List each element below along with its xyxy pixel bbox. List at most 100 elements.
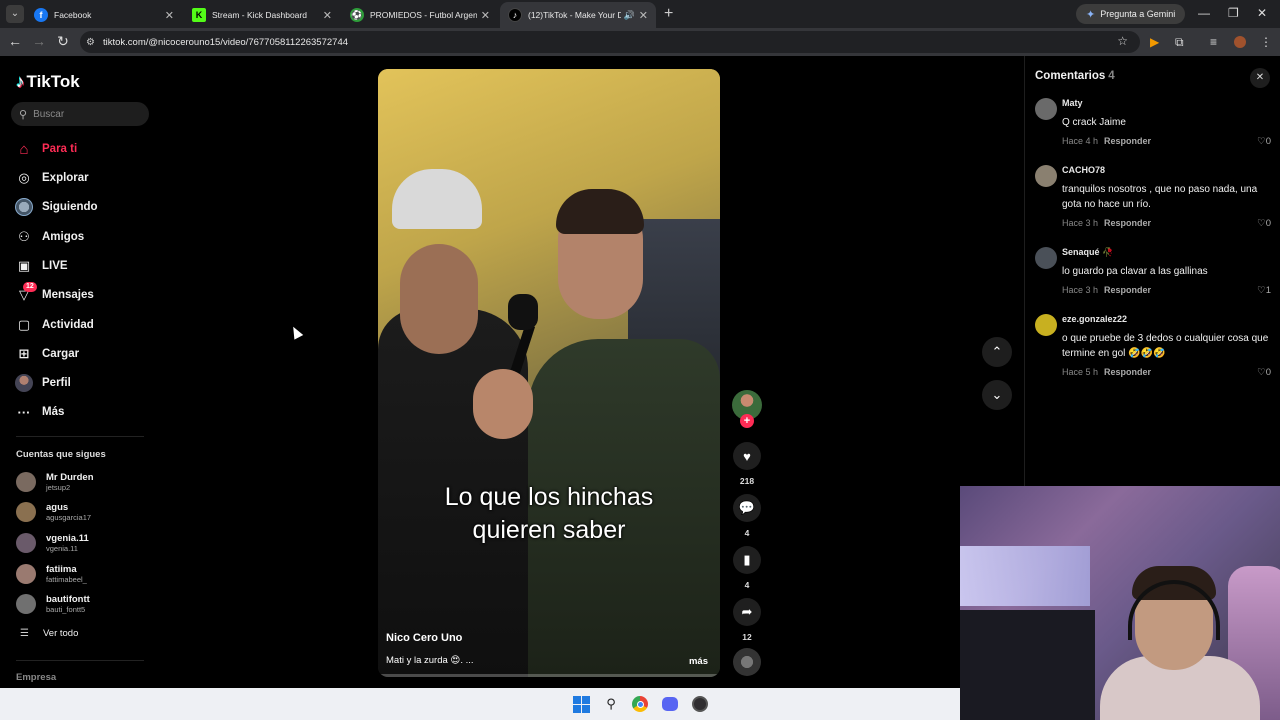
- nav-messages[interactable]: ▽ 12 Mensajes: [15, 282, 94, 306]
- search-icon[interactable]: ⚲: [601, 694, 621, 714]
- comment-icon: 💬: [738, 500, 756, 515]
- nav-profile[interactable]: Perfil: [15, 372, 71, 394]
- extensions-puzzle-icon[interactable]: ⧉: [1175, 35, 1184, 50]
- discord-icon[interactable]: [660, 694, 680, 714]
- music-disc-icon[interactable]: [733, 648, 761, 676]
- comment-username[interactable]: Maty: [1062, 98, 1083, 108]
- comment-like[interactable]: ♡0: [1257, 367, 1271, 378]
- comment-meta: Hace 4 h Responder: [1062, 136, 1151, 146]
- heart-outline-icon: ♡: [1257, 218, 1266, 229]
- comments-panel: Comentarios 4 ✕ Maty Q crack Jaime Hace 4…: [1024, 56, 1280, 486]
- forward-icon[interactable]: →: [30, 33, 48, 49]
- comment-username[interactable]: eze.gonzalez22: [1062, 314, 1127, 324]
- media-control-icon[interactable]: ≡: [1210, 35, 1217, 49]
- close-window-icon[interactable]: ✕: [1257, 6, 1267, 20]
- comment-username[interactable]: Senaqué 🥀: [1062, 247, 1113, 258]
- tab-search-button[interactable]: ⌄: [6, 5, 24, 23]
- reload-icon[interactable]: ↻: [54, 33, 72, 50]
- chrome-icon[interactable]: [630, 694, 650, 714]
- speaker-icon[interactable]: 🔊: [624, 10, 635, 21]
- reply-button[interactable]: Responder: [1104, 367, 1151, 377]
- avatar[interactable]: [1035, 165, 1057, 187]
- follow-plus-icon[interactable]: +: [740, 414, 754, 428]
- divider: [16, 436, 144, 437]
- tab-close-icon[interactable]: ✕: [323, 9, 332, 22]
- search-input[interactable]: [33, 108, 134, 120]
- avatar[interactable]: [1035, 314, 1057, 336]
- back-icon[interactable]: ←: [6, 33, 24, 49]
- tiktok-logo[interactable]: ♪ TikTok: [16, 72, 80, 92]
- comment-like[interactable]: ♡1: [1257, 285, 1271, 296]
- comment-like-count: 1: [1265, 285, 1271, 296]
- nav-label: Cargar: [42, 348, 80, 360]
- comments-count: 4: [1108, 70, 1115, 82]
- comment-like[interactable]: ♡0: [1257, 218, 1271, 229]
- more-button[interactable]: más: [689, 656, 708, 667]
- account-username: bauti_fontt5: [46, 605, 86, 614]
- bookmark-star-icon[interactable]: ☆: [1117, 34, 1128, 48]
- like-count: 218: [739, 476, 755, 486]
- nav-explore[interactable]: ◎ Explorar: [15, 167, 88, 189]
- search-box[interactable]: ⚲: [11, 102, 149, 126]
- tab-close-icon[interactable]: ✕: [639, 9, 648, 22]
- nav-for-you[interactable]: ⌂ Para ti: [15, 138, 77, 160]
- tab-kick[interactable]: K Stream - Kick Dashboard ✕: [184, 2, 340, 28]
- comment-username[interactable]: CACHO78: [1062, 165, 1105, 175]
- site-info-icon[interactable]: ⚙: [86, 37, 95, 48]
- avatar[interactable]: [1035, 98, 1057, 120]
- tab-promiedos[interactable]: ⚽ PROMIEDOS - Futbol Argentino ✕: [342, 2, 498, 28]
- tab-close-icon[interactable]: ✕: [165, 9, 174, 22]
- comment-time: Hace 3 h: [1062, 218, 1099, 228]
- followed-account[interactable]: vgenia.11 vgenia.11: [16, 530, 89, 556]
- chevron-up-icon: ⌃: [991, 344, 1003, 359]
- video-progress-bar[interactable]: [378, 674, 720, 677]
- windows-start-icon[interactable]: [571, 694, 591, 714]
- video-author[interactable]: Nico Cero Uno: [386, 632, 462, 644]
- video-hand: [473, 369, 533, 439]
- like-button[interactable]: ♥: [733, 442, 761, 470]
- nav-following[interactable]: Siguiendo: [15, 196, 98, 218]
- share-button[interactable]: ➦: [733, 598, 761, 626]
- restore-icon[interactable]: ❐: [1228, 6, 1239, 20]
- kebab-menu-icon[interactable]: ⋮: [1260, 35, 1272, 49]
- nav-more[interactable]: ··· Más: [15, 401, 65, 423]
- close-icon[interactable]: ✕: [1250, 68, 1270, 88]
- followed-account[interactable]: bautifontt bauti_fontt5: [16, 591, 90, 617]
- comment-item: Maty Q crack Jaime Hace 4 h Responder ♡0: [1035, 98, 1271, 154]
- save-button[interactable]: ▮: [733, 546, 761, 574]
- next-video-button[interactable]: ⌄: [982, 380, 1012, 410]
- gemini-button[interactable]: ✦ Pregunta a Gemini: [1076, 4, 1186, 24]
- tab-tiktok[interactable]: ♪ (12)TikTok - Make Your Day 🔊 ✕: [500, 2, 656, 28]
- followed-account[interactable]: Mr Durden jetsup2: [16, 469, 94, 495]
- reply-button[interactable]: Responder: [1104, 136, 1151, 146]
- minimize-icon[interactable]: —: [1198, 6, 1210, 20]
- nav-label: Actividad: [42, 319, 94, 331]
- compass-icon: ◎: [18, 170, 30, 185]
- reply-button[interactable]: Responder: [1104, 285, 1151, 295]
- avatar[interactable]: [1035, 247, 1057, 269]
- profile-avatar-icon[interactable]: [1234, 36, 1246, 48]
- nav-activity[interactable]: ▢ Actividad: [15, 314, 94, 336]
- new-tab-button[interactable]: +: [664, 5, 673, 23]
- microphone-icon: [508, 294, 538, 330]
- obs-icon[interactable]: [690, 694, 710, 714]
- followed-account[interactable]: fatiima fattimabeel_: [16, 561, 87, 587]
- friends-icon: ⚇: [18, 229, 30, 244]
- url-text[interactable]: tiktok.com/@nicocerouno15/video/76770581…: [103, 37, 348, 48]
- comment-button[interactable]: 💬: [733, 494, 761, 522]
- nav-friends[interactable]: ⚇ Amigos: [15, 226, 84, 248]
- tab-close-icon[interactable]: ✕: [481, 9, 490, 22]
- nav-live[interactable]: ▣ LIVE: [15, 255, 68, 277]
- comment-like[interactable]: ♡0: [1257, 136, 1271, 147]
- video-player[interactable]: Lo que los hinchas quieren saber Nico Ce…: [378, 69, 720, 677]
- nav-upload[interactable]: ⊞ Cargar: [15, 343, 80, 365]
- address-bar[interactable]: ⚙ tiktok.com/@nicocerouno15/video/767705…: [80, 31, 1140, 53]
- previous-video-button[interactable]: ⌃: [982, 337, 1012, 367]
- followed-account[interactable]: agus agusgarcia17: [16, 499, 91, 525]
- extension-play-icon[interactable]: ▶: [1150, 35, 1159, 49]
- see-all-button[interactable]: ☰ Ver todo: [20, 628, 78, 639]
- share-arrow-icon: ➦: [741, 604, 753, 619]
- footer-company-link[interactable]: Empresa: [16, 672, 56, 683]
- reply-button[interactable]: Responder: [1104, 218, 1151, 228]
- tab-facebook[interactable]: f Facebook ✕: [26, 2, 182, 28]
